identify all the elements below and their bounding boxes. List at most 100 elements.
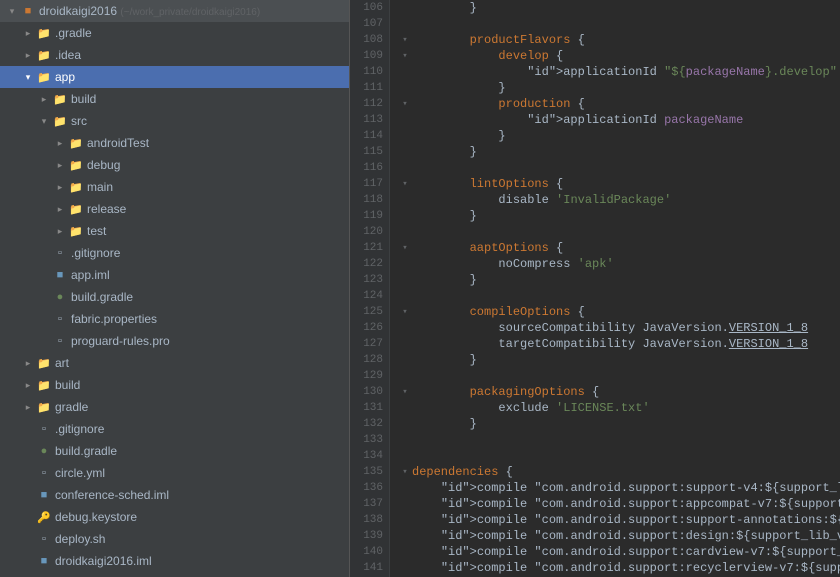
file-tree[interactable]: ■ droidkaigi2016 (~/work_private/droidka… (0, 0, 350, 577)
sidebar-item-idea[interactable]: 📁 .idea (0, 44, 349, 66)
line-number: 120 (350, 224, 383, 240)
code-text: } (412, 416, 832, 432)
fold-gutter (398, 48, 412, 64)
sidebar-item-build-root[interactable]: 📁 build (0, 374, 349, 396)
sidebar-item-art[interactable]: 📁 art (0, 352, 349, 374)
sidebar-item-deploy-sh[interactable]: ▫ deploy.sh (0, 528, 349, 550)
line-number: 136 (350, 480, 383, 496)
folder-icon: 📁 (36, 379, 52, 392)
fabric-props-label: fabric.properties (71, 312, 345, 326)
build-gradle-root-label: build.gradle (55, 444, 345, 458)
line-number: 108 (350, 32, 383, 48)
code-text: } (412, 144, 832, 160)
sidebar-item-gradle[interactable]: 📁 .gradle (0, 22, 349, 44)
code-text (412, 448, 832, 464)
line-number: 112 (350, 96, 383, 112)
sidebar-item-main[interactable]: 📁 main (0, 176, 349, 198)
code-line: dependencies { (398, 464, 832, 480)
fold-gutter (398, 240, 412, 256)
code-line: "id">compile "com.android.support:recycl… (398, 560, 832, 576)
code-text: compileOptions { (412, 304, 832, 320)
sidebar-item-src[interactable]: 📁 src (0, 110, 349, 132)
sidebar-item-build-gradle-app[interactable]: ● build.gradle (0, 286, 349, 308)
sidebar-item-app-iml[interactable]: ■ app.iml (0, 264, 349, 286)
src-folder-icon: 📁 (52, 115, 68, 128)
code-content[interactable]: } productFlavors { develop { "id">applic… (390, 0, 840, 577)
sidebar-item-test[interactable]: 📁 test (0, 220, 349, 242)
code-line: disable 'InvalidPackage' (398, 192, 832, 208)
code-text: lintOptions { (412, 176, 832, 192)
root-label: droidkaigi2016 (~/work_private/droidkaig… (39, 4, 345, 18)
sidebar-item-gitignore-app[interactable]: ▫ .gitignore (0, 242, 349, 264)
code-text: "id">compile "com.android.support:cardvi… (412, 544, 840, 560)
code-text: "id">applicationId "${packageName}.devel… (412, 64, 837, 80)
sidebar-item-fabric-props[interactable]: ▫ fabric.properties (0, 308, 349, 330)
gradle-file-icon: ● (52, 291, 68, 303)
code-line: "id">compile "com.android.support:design… (398, 528, 832, 544)
sidebar-item-release[interactable]: 📁 release (0, 198, 349, 220)
project-root[interactable]: ■ droidkaigi2016 (~/work_private/droidka… (0, 0, 349, 22)
sidebar-item-gradle-root[interactable]: 📁 gradle (0, 396, 349, 418)
conf-iml-icon: ■ (36, 489, 52, 501)
code-line: packagingOptions { (398, 384, 832, 400)
test-arrow (52, 226, 68, 237)
line-number: 116 (350, 160, 383, 176)
code-line (398, 368, 832, 384)
line-number: 141 (350, 560, 383, 576)
sidebar-item-conference-iml[interactable]: ■ conference-sched.iml (0, 484, 349, 506)
art-label: art (55, 356, 345, 370)
code-text: develop { (412, 48, 832, 64)
fold-gutter (398, 32, 412, 48)
project-icon: ■ (20, 5, 36, 17)
folder-icon: 📁 (68, 181, 84, 194)
code-line: "id">compile "com.android.support:appcom… (398, 496, 832, 512)
build-root-label: build (55, 378, 345, 392)
sidebar-item-droidkaigi-iml[interactable]: ■ droidkaigi2016.iml (0, 550, 349, 572)
main-arrow (52, 182, 68, 193)
line-number: 122 (350, 256, 383, 272)
folder-icon: 📁 (36, 27, 52, 40)
src-label: src (71, 114, 345, 128)
sidebar-item-gradle-props[interactable]: ▫ gradle.properties (0, 572, 349, 577)
sidebar-item-circle-yml[interactable]: ▫ circle.yml (0, 462, 349, 484)
line-number: 129 (350, 368, 383, 384)
code-line (398, 224, 832, 240)
art-arrow (20, 358, 36, 369)
code-text (412, 368, 832, 384)
release-label: release (87, 202, 345, 216)
line-number: 111 (350, 80, 383, 96)
sidebar-item-proguard[interactable]: ▫ proguard-rules.pro (0, 330, 349, 352)
build-app-arrow (36, 94, 52, 105)
line-number: 113 (350, 112, 383, 128)
code-text (412, 224, 832, 240)
sidebar-item-build-gradle-root[interactable]: ● build.gradle (0, 440, 349, 462)
code-text: exclude 'LICENSE.txt' (412, 400, 832, 416)
code-text: } (412, 80, 832, 96)
code-text: production { (412, 96, 832, 112)
code-text: dependencies { (412, 464, 832, 480)
sidebar-item-debug-keystore[interactable]: 🔑 debug.keystore (0, 506, 349, 528)
sidebar-item-gitignore-root[interactable]: ▫ .gitignore (0, 418, 349, 440)
gitignore-root-label: .gitignore (55, 422, 345, 436)
sidebar-item-debug[interactable]: 📁 debug (0, 154, 349, 176)
folder-icon: 📁 (68, 225, 84, 238)
code-line: } (398, 272, 832, 288)
code-line: lintOptions { (398, 176, 832, 192)
circle-yml-label: circle.yml (55, 466, 345, 480)
sidebar-item-androidtest[interactable]: 📁 androidTest (0, 132, 349, 154)
code-text: "id">compile "com.android.support:suppor… (412, 480, 840, 496)
code-text (412, 432, 832, 448)
code-text: packagingOptions { (412, 384, 832, 400)
properties-icon: ▫ (52, 313, 68, 325)
line-number: 124 (350, 288, 383, 304)
gitignore-root-icon: ▫ (36, 423, 52, 435)
line-number: 109 (350, 48, 383, 64)
sidebar-item-build-app[interactable]: 📁 build (0, 88, 349, 110)
line-number: 137 (350, 496, 383, 512)
sidebar-item-app[interactable]: 📁 app (0, 66, 349, 88)
code-line: "id">compile "com.android.support:cardvi… (398, 544, 832, 560)
line-number: 110 (350, 64, 383, 80)
code-line: } (398, 208, 832, 224)
app-label: app (55, 70, 345, 84)
folder-icon: 📁 (68, 203, 84, 216)
